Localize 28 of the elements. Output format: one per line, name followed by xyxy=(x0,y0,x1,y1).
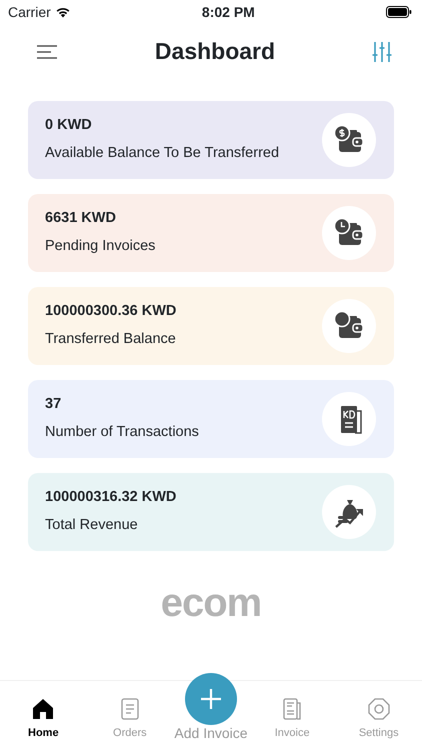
tab-item[interactable]: Settings xyxy=(336,697,421,742)
tab-item[interactable]: Orders xyxy=(88,697,172,742)
filter-button[interactable] xyxy=(372,41,392,63)
logo-text: ecom xyxy=(160,580,262,627)
menu-button[interactable] xyxy=(36,44,58,60)
home-icon xyxy=(31,697,56,721)
add-invoice-label: Add Invoice xyxy=(174,725,248,742)
stat-value: 0 KWD xyxy=(45,116,93,136)
page-title: Dashboard xyxy=(154,38,276,66)
tab-item[interactable]: Home xyxy=(1,697,86,742)
stat-label: Transferred Balance xyxy=(45,330,176,349)
stat-label: Number of Transactions xyxy=(45,423,199,442)
stat-value: 6631 KWD xyxy=(45,209,117,228)
stat-value: 37 xyxy=(45,395,62,414)
plus-icon xyxy=(200,688,222,710)
sliders-icon xyxy=(372,41,392,63)
tab-item[interactable]: Invoice xyxy=(250,697,334,742)
carrier-name: Carrier xyxy=(8,2,51,22)
status-time: 8:02 PM xyxy=(202,2,255,22)
stat-label: Total Revenue xyxy=(45,516,139,535)
stat-label: Available Balance To Be Transferred xyxy=(45,144,280,163)
menu-icon xyxy=(36,44,58,60)
stat-label: Pending Invoices xyxy=(45,237,156,256)
settings-icon xyxy=(366,697,391,721)
stat-value: 100000316.32 KWD xyxy=(45,488,176,508)
wifi-icon xyxy=(54,6,71,18)
battery-icon xyxy=(386,6,412,18)
stat-value: 100000300.36 KWD xyxy=(45,302,176,322)
